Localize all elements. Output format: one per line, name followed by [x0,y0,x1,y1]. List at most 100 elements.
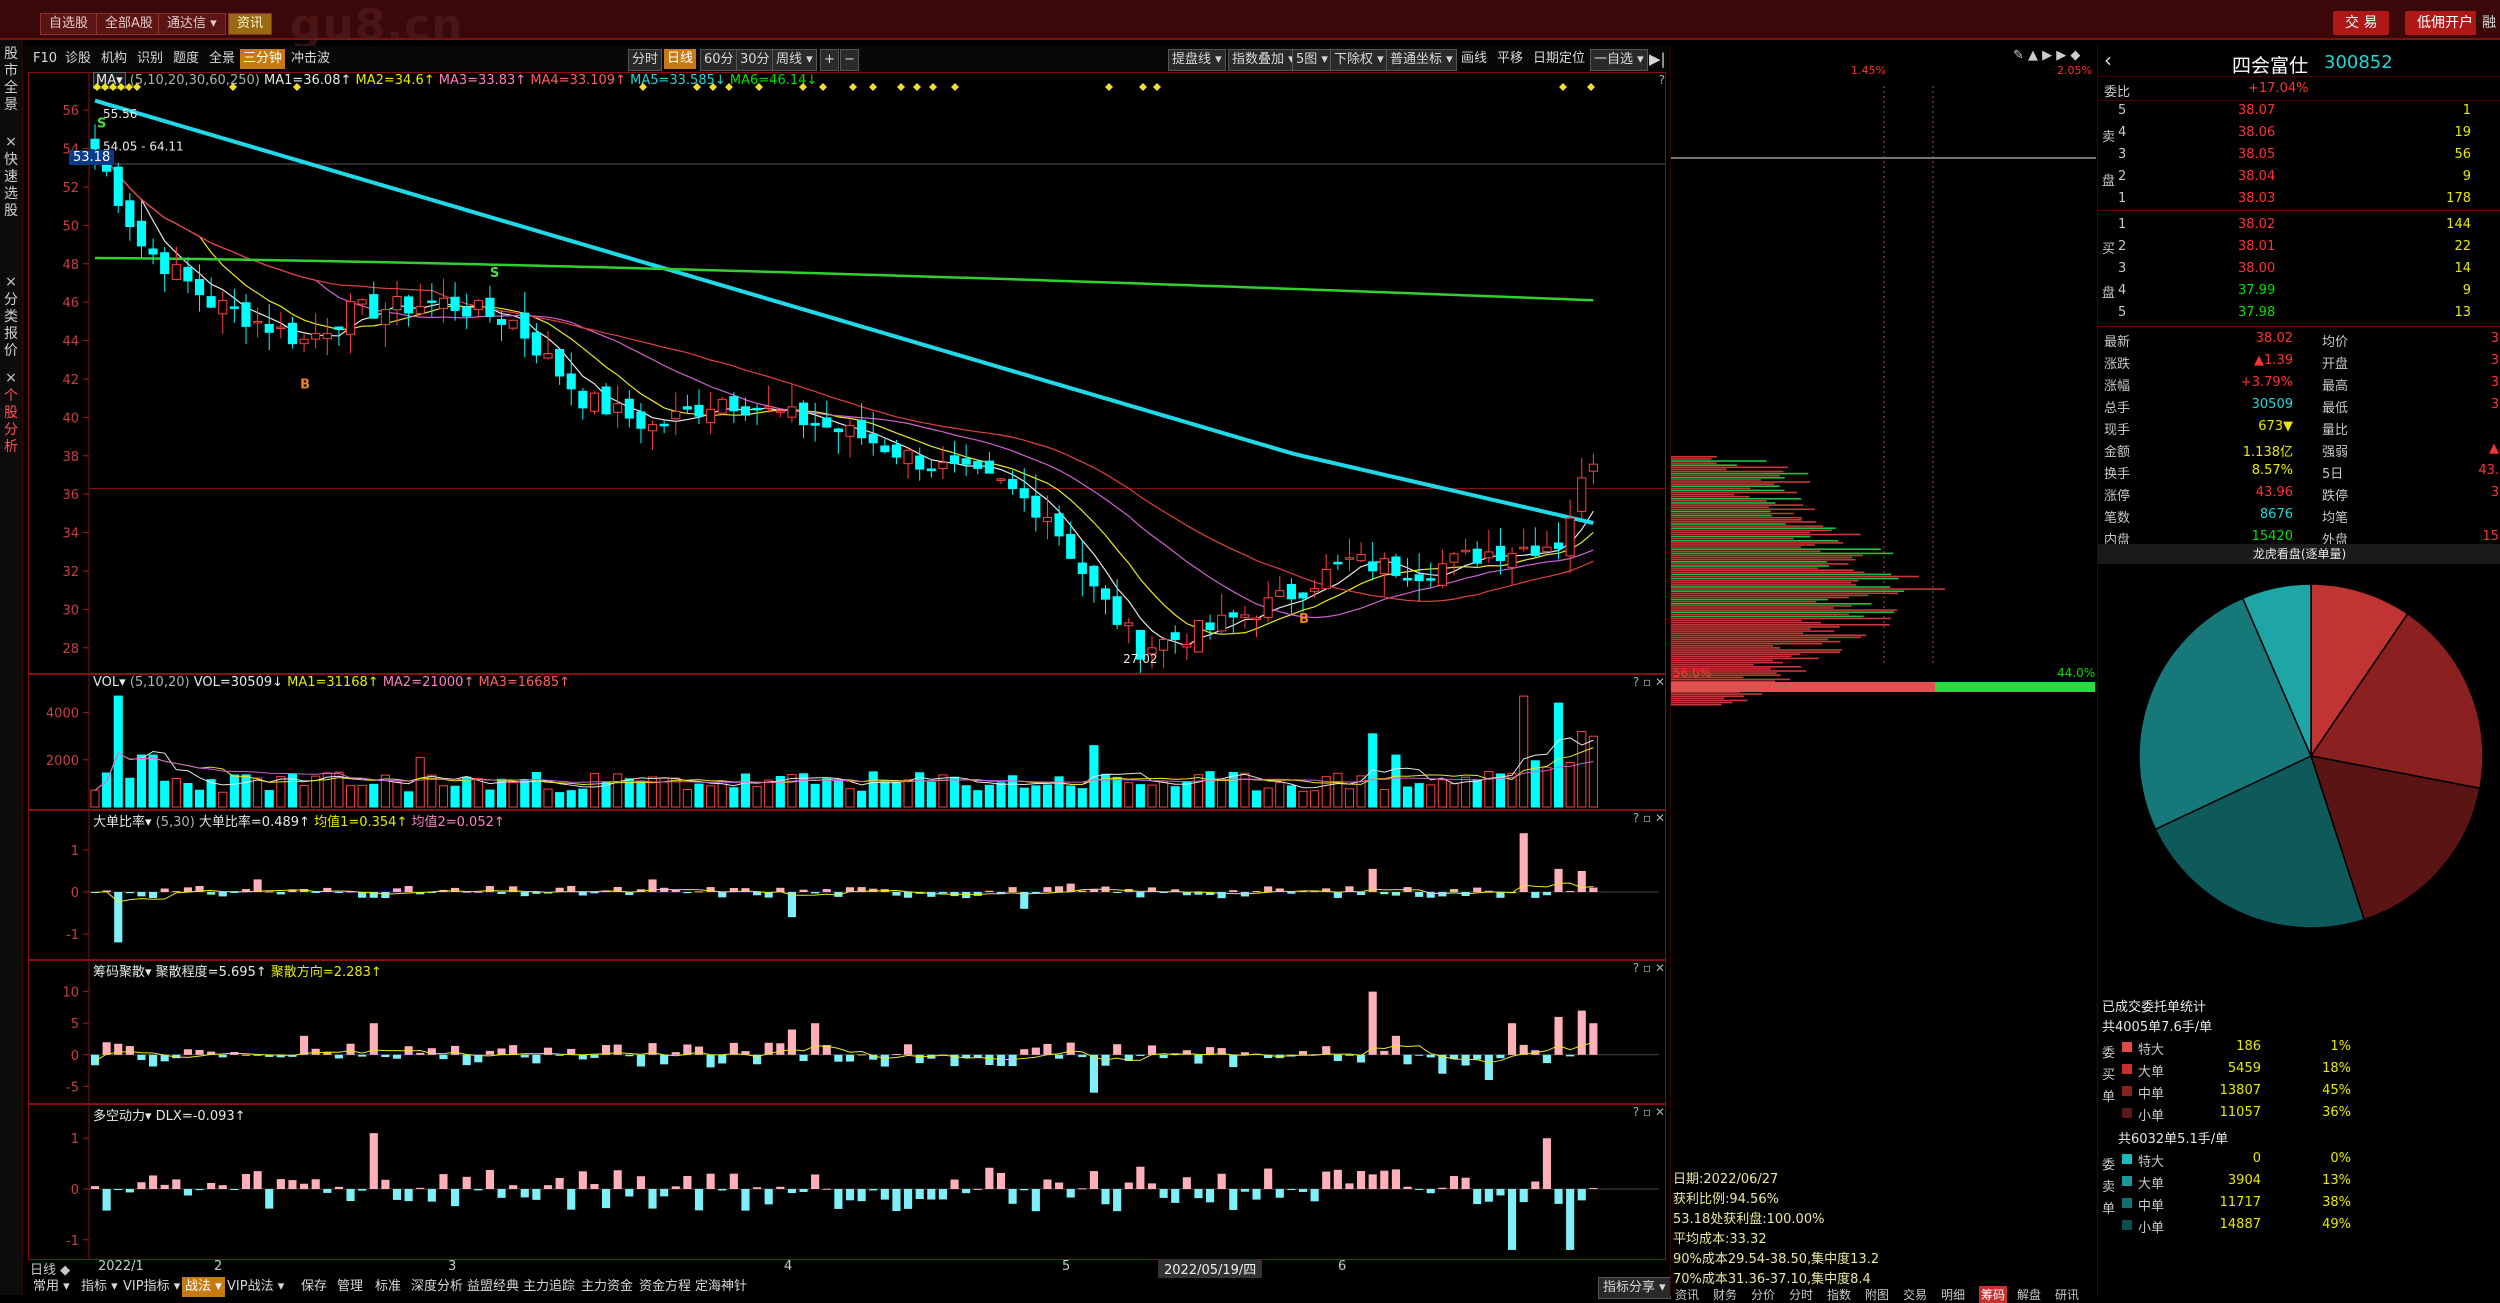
all-a-shares-button[interactable]: 全部A股 [96,13,162,35]
draw-line-button[interactable]: 画线 [1458,49,1490,69]
indicator-bar [962,892,970,898]
intraday-button[interactable]: 分时 [628,49,662,71]
panorama-button[interactable]: 全景 [206,49,238,69]
mid-tab[interactable]: 明细 [1941,1286,1965,1303]
close-icon[interactable]: × [2,370,20,387]
f10-button[interactable]: F10 [30,49,60,69]
institution-button[interactable]: 机构 [98,49,130,69]
zoom-out-button[interactable]: − [840,49,859,71]
30min-button[interactable]: 30分 [736,49,774,71]
tab-category-quote[interactable]: 分类报价 [2,292,20,360]
ex-rights-dropdown[interactable]: 下除权 ▾ [1330,49,1388,71]
diagnose-button[interactable]: 诊股 [62,49,94,69]
chip-bar [1671,704,1722,706]
candle-body [1276,591,1284,597]
bottom-tab[interactable]: 定海神针 [692,1277,750,1297]
chip-bar [1671,536,1810,538]
bottom-tab[interactable]: 主力资金 [578,1277,636,1297]
mid-tab[interactable]: 财务 [1713,1286,1737,1303]
volume-panel[interactable]: VOL▾ (5,10,20) VOL=30509↓ MA1=31168↑ MA2… [28,674,1666,810]
close-icon[interactable]: × [2,134,20,151]
tab-quick-select[interactable]: 快速选股 [2,152,20,220]
tdx-dropdown[interactable]: 通达信 ▾ [158,13,226,35]
indicator-bar [1090,1171,1098,1189]
indicator-bar [811,1023,819,1055]
open-account-button[interactable]: 低佣开户 [2405,11,2485,35]
back-chevron-icon[interactable]: ‹ [2104,48,2112,72]
mid-tab[interactable]: 分价 [1751,1286,1775,1303]
shockwave-button[interactable]: 冲击波 [288,49,333,69]
identify-button[interactable]: 识别 [134,49,166,69]
bottom-tab[interactable]: 益盟经典 [464,1277,522,1297]
big-order-ratio-panel[interactable]: 大单比率▾ (5,30) 大单比率=0.489↑ 均值1=0.354↑ 均值2=… [28,810,1666,960]
coordinate-dropdown[interactable]: 普通坐标 ▾ [1386,49,1457,71]
chip-dispersion-panel[interactable]: 筹码聚散▾ 聚散程度=5.695↑ 聚散方向=2.283↑ ? ▫ ✕ 1050… [28,960,1666,1104]
chip-bar [1671,580,1859,582]
volume-bar [103,773,111,807]
bottom-tab[interactable]: 资金方程 [636,1277,694,1297]
mid-tab[interactable]: 研讯 [2055,1286,2079,1303]
buy-level-row[interactable]: 138.02144 [2098,214,2500,236]
topic-button[interactable]: 题度 [170,49,202,69]
sell-level-row[interactable]: 238.049 [2098,166,2500,188]
buy-level-row[interactable]: 238.0122 [2098,236,2500,258]
indicator-bar [103,1189,111,1211]
favorites-button[interactable]: 自选股 [40,13,97,35]
sell-level-row[interactable]: 538.071 [2098,100,2500,122]
tab-stock-analysis[interactable]: 个股分析 [2,388,20,456]
close-icon[interactable]: × [2,274,20,291]
three-minute-button[interactable]: 三分钟 [240,49,285,69]
indicator-share-dropdown[interactable]: 指标分享 ▾ [1598,1277,1671,1299]
daily-button[interactable]: 日线 [664,49,696,69]
color-swatch [2122,1064,2132,1074]
chip-stat-avg-cost: 平均成本:33.32 [1673,1230,1879,1250]
bottom-tab[interactable]: 管理 [334,1277,366,1297]
buy-level-row[interactable]: 537.9813 [2098,302,2500,324]
mid-tab[interactable]: 资讯 [1675,1286,1699,1303]
date-locate-button[interactable]: 日期定位 [1530,49,1588,69]
sell-level-row[interactable]: 438.0619 [2098,122,2500,144]
pan-button[interactable]: 平移 [1494,49,1526,69]
bottom-tab[interactable]: 战法 ▾ [182,1277,225,1297]
zoom-in-button[interactable]: + [820,49,839,71]
bottom-tab[interactable]: 保存 [298,1277,330,1297]
60min-button[interactable]: 60分 [700,49,738,71]
bottom-tab[interactable]: 主力追踪 [520,1277,578,1297]
indicator-bar [463,1055,471,1065]
indicator-bar [683,892,691,893]
buy-level-row[interactable]: 437.999 [2098,280,2500,302]
indicator-bar [463,1177,471,1189]
mid-tab[interactable]: 附图 [1865,1286,1889,1303]
long-short-power-panel[interactable]: 多空动力▾ DLX=-0.093↑ ? ▫ ✕ 10-1 [28,1104,1666,1260]
collapse-panel-icon[interactable]: ▶| [1646,49,1669,69]
five-charts-dropdown[interactable]: 5图 ▾ [1292,49,1332,71]
index-overlay-dropdown[interactable]: 指数叠加 ▾ [1228,49,1299,71]
mid-tab[interactable]: 交易 [1903,1286,1927,1303]
tab-market-overview[interactable]: 股市全景 [2,46,20,114]
chip-bar [1671,584,1856,586]
chip-bar [1671,534,1861,536]
bottom-tab[interactable]: VIP战法 ▾ [224,1277,287,1297]
candle-body [416,306,424,313]
mid-tab[interactable]: 指数 [1827,1286,1851,1303]
mid-tab[interactable]: 分时 [1789,1286,1813,1303]
indicator-bar [590,1055,598,1058]
bottom-tab[interactable]: 常用 ▾ [30,1277,73,1297]
trade-button[interactable]: 交 易 [2333,11,2389,35]
candlestick-panel[interactable]: MA▾ (5,10,20,30,60,250) MA1=36.08↑ MA2=3… [28,72,1666,674]
sell-level-row[interactable]: 338.0556 [2098,144,2500,166]
mid-tab[interactable]: 筹码 [1979,1286,2007,1303]
corner-button[interactable]: 融 [2476,11,2500,35]
mid-tab[interactable]: 解盘 [2017,1286,2041,1303]
sell-level-row[interactable]: 138.03178 [2098,188,2500,210]
weekly-dropdown[interactable]: 周线 ▾ [772,49,817,71]
indicator-bar [1032,1189,1040,1211]
watchlist-dropdown[interactable]: 一自选 ▾ [1590,49,1648,71]
cost-line-dropdown[interactable]: 提盘线 ▾ [1168,49,1226,71]
bottom-tab[interactable]: 深度分析 [408,1277,466,1297]
bottom-tab[interactable]: VIP指标 ▾ [120,1277,183,1297]
bottom-tab[interactable]: 指标 ▾ [78,1277,121,1297]
bottom-tab[interactable]: 标准 [372,1277,404,1297]
buy-level-row[interactable]: 338.0014 [2098,258,2500,280]
news-button[interactable]: 资讯 [228,13,272,35]
